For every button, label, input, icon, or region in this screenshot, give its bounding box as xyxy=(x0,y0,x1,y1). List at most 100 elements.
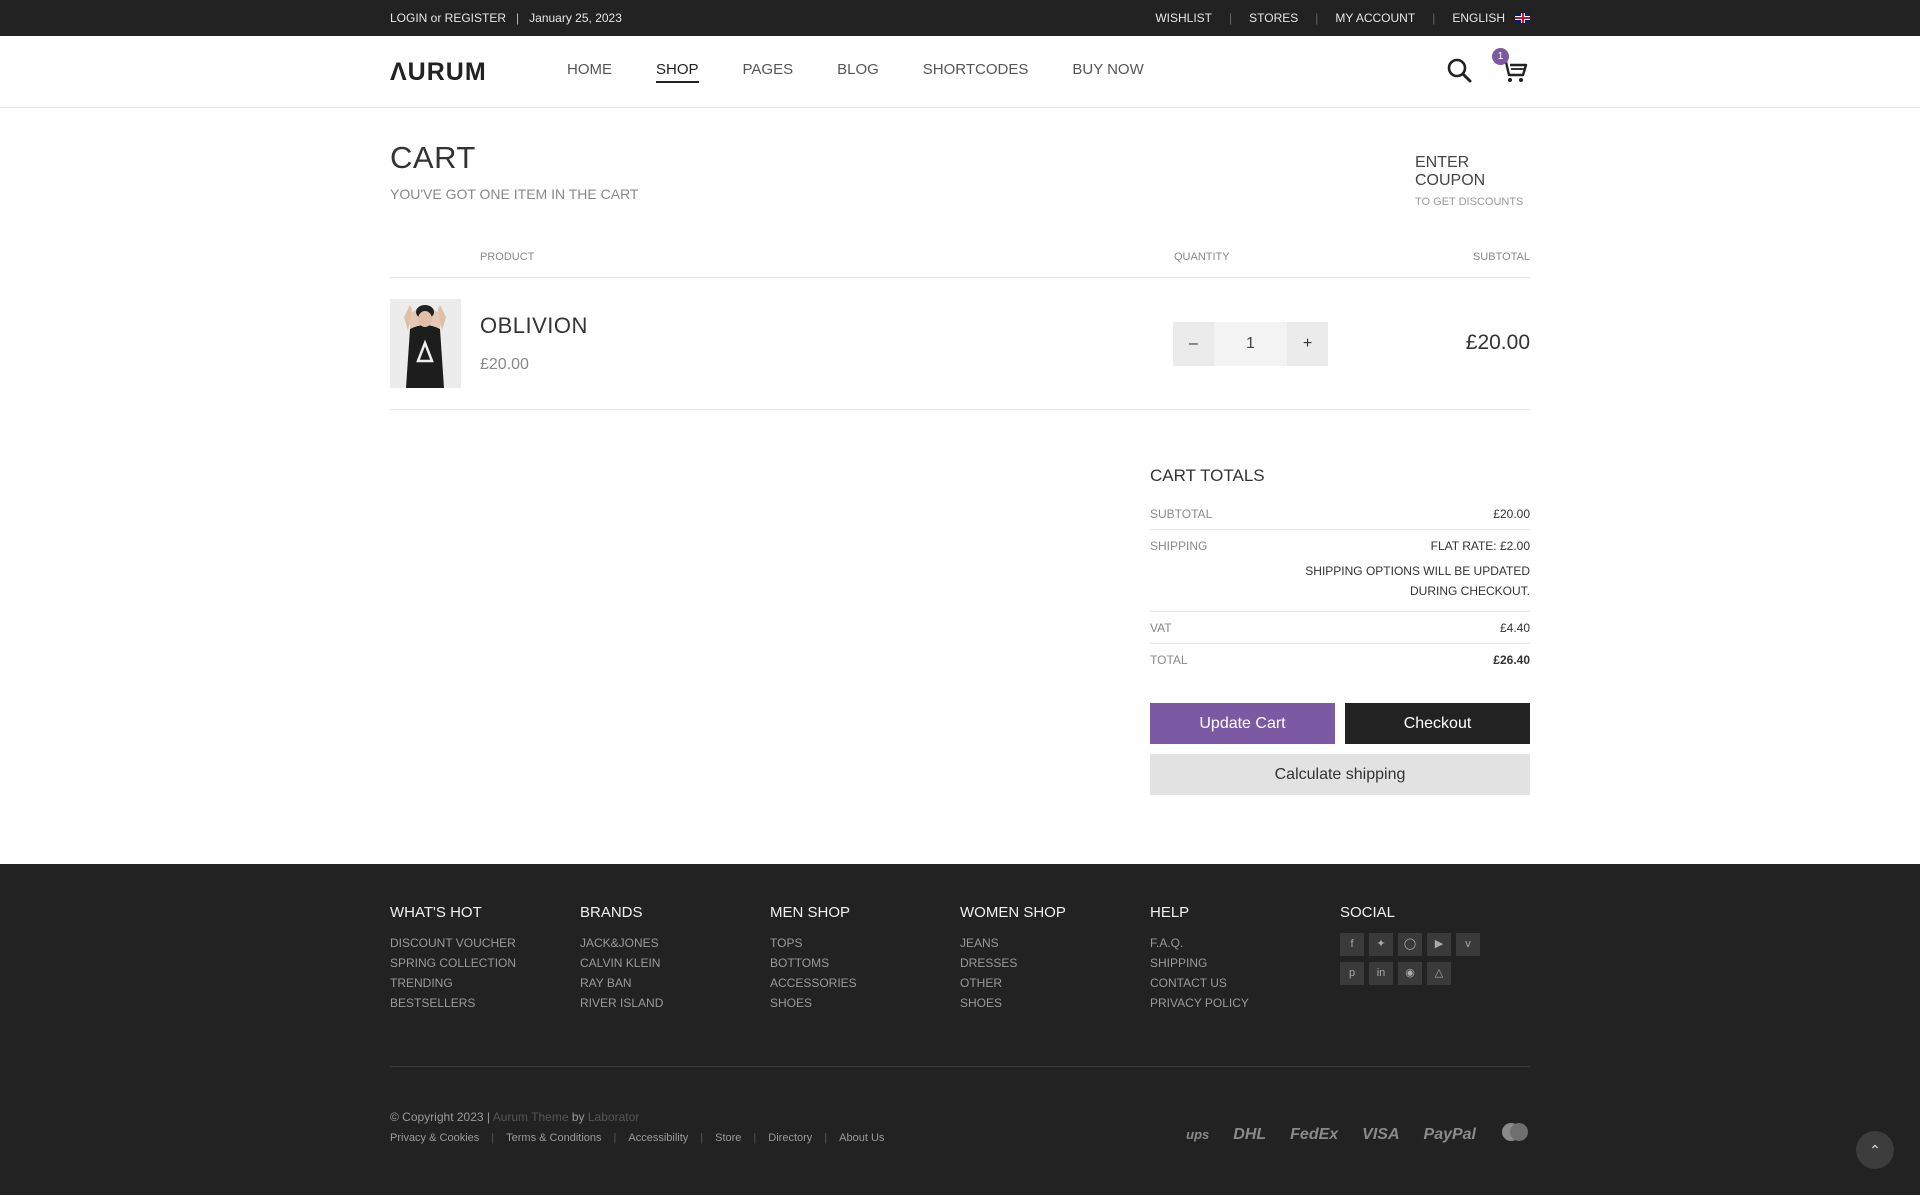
vimeo-icon[interactable]: v xyxy=(1456,933,1480,956)
facebook-icon[interactable]: f xyxy=(1340,933,1364,956)
column-product: PRODUCT xyxy=(480,251,535,263)
language-selector[interactable]: ENGLISH xyxy=(1452,11,1505,25)
update-cart-button[interactable]: Update Cart xyxy=(1150,703,1335,744)
footer-link[interactable]: CALVIN KLEIN xyxy=(580,953,770,973)
footer-link[interactable]: SPRING COLLECTION xyxy=(390,953,580,973)
footer-column-help: HELP F.A.Q. SHIPPING CONTACT US PRIVACY … xyxy=(1150,904,1340,1013)
footer-link[interactable]: RAY BAN xyxy=(580,973,770,993)
cart-table-header: PRODUCT QUANTITY SUBTOTAL xyxy=(390,248,1530,278)
snapchat-icon[interactable]: △ xyxy=(1427,962,1451,985)
increase-quantity-button[interactable]: + xyxy=(1287,322,1328,366)
shipping-note-text: SHIPPING OPTIONS WILL BE UPDATED DURING … xyxy=(1305,564,1530,598)
footer-column-whats-hot: WHAT'S HOT DISCOUNT VOUCHER SPRING COLLE… xyxy=(390,904,580,1013)
cart-button[interactable]: 1 xyxy=(1492,48,1530,86)
calculate-shipping-button[interactable]: Calculate shipping xyxy=(1150,754,1530,795)
search-button[interactable] xyxy=(1444,54,1476,86)
item-subtotal: £20.00 xyxy=(1465,331,1530,354)
column-subtotal: SUBTOTAL xyxy=(1472,251,1530,263)
stores-link[interactable]: STORES xyxy=(1249,11,1298,25)
footer-divider xyxy=(390,1066,1530,1067)
separator: | xyxy=(516,11,520,25)
author-link[interactable]: Laborator xyxy=(588,1110,639,1124)
footer-column-title: HELP xyxy=(1150,904,1190,921)
footer-link[interactable]: SHOES xyxy=(960,993,1150,1013)
nav-shortcodes[interactable]: SHORTCODES xyxy=(923,61,1029,83)
copyright-text: © Copyright 2023 | xyxy=(390,1110,491,1124)
privacy-link[interactable]: Privacy & Cookies xyxy=(390,1132,479,1144)
footer-link[interactable]: TOPS xyxy=(770,933,960,953)
footer-link[interactable]: DRESSES xyxy=(960,953,1150,973)
footer-link[interactable]: BESTSELLERS xyxy=(390,993,580,1013)
checkout-button[interactable]: Checkout xyxy=(1345,703,1530,744)
footer-column-women-shop: WOMEN SHOP JEANS DRESSES OTHER SHOES xyxy=(960,904,1150,1013)
decrease-quantity-button[interactable]: – xyxy=(1173,322,1214,366)
nav-shop[interactable]: SHOP xyxy=(656,61,699,83)
footer-column-brands: BRANDS JACK&JONES CALVIN KLEIN RAY BAN R… xyxy=(580,904,770,1013)
shipping-note: SHIPPING OPTIONS WILL BE UPDATED DURING … xyxy=(1150,561,1530,612)
footer-link[interactable]: JACK&JONES xyxy=(580,933,770,953)
footer-link[interactable]: RIVER ISLAND xyxy=(580,993,770,1013)
store-link[interactable]: Store xyxy=(715,1132,741,1144)
wishlist-link[interactable]: WISHLIST xyxy=(1155,11,1212,25)
footer-link[interactable]: DISCOUNT VOUCHER xyxy=(390,933,580,953)
main-nav: HOME SHOP PAGES BLOG SHORTCODES BUY NOW xyxy=(567,61,1188,83)
linkedin-icon[interactable]: in xyxy=(1369,962,1393,985)
subtotal-row: SUBTOTAL £20.00 xyxy=(1150,498,1530,530)
divider: | xyxy=(753,1132,757,1144)
footer-link[interactable]: SHIPPING xyxy=(1150,953,1340,973)
search-icon xyxy=(1447,58,1472,83)
total-value: £26.40 xyxy=(1493,653,1530,667)
accessibility-link[interactable]: Accessibility xyxy=(628,1132,688,1144)
pinterest-icon[interactable]: p xyxy=(1340,962,1364,985)
dribbble-icon[interactable]: ◉ xyxy=(1398,962,1422,985)
footer-link[interactable]: CONTACT US xyxy=(1150,973,1340,993)
theme-link[interactable]: Aurum Theme xyxy=(493,1110,569,1124)
nav-home[interactable]: HOME xyxy=(567,61,612,83)
footer-link[interactable]: OTHER xyxy=(960,973,1150,993)
product-name[interactable]: OBLIVION xyxy=(480,313,588,339)
cart-subtitle: YOU'VE GOT ONE ITEM IN THE CART xyxy=(390,186,639,202)
footer-link[interactable]: F.A.Q. xyxy=(1150,933,1340,953)
footer-column-title: BRANDS xyxy=(580,904,643,921)
chevron-up-icon: ⌃ xyxy=(1869,1142,1881,1158)
footer-link[interactable]: TRENDING xyxy=(390,973,580,993)
quantity-input[interactable] xyxy=(1214,322,1287,366)
product-thumbnail[interactable] xyxy=(390,299,461,388)
my-account-link[interactable]: MY ACCOUNT xyxy=(1335,11,1415,25)
footer-link[interactable]: JEANS xyxy=(960,933,1150,953)
footer-link[interactable]: SHOES xyxy=(770,993,960,1013)
divider: | xyxy=(1229,11,1233,25)
instagram-icon[interactable]: ◯ xyxy=(1398,933,1422,956)
footer-link[interactable]: BOTTOMS xyxy=(770,953,960,973)
footer-column-title: WOMEN SHOP xyxy=(960,904,1066,921)
coupon-title: ENTER COUPON xyxy=(1415,154,1486,189)
directory-link[interactable]: Directory xyxy=(768,1132,812,1144)
cart-item-row: OBLIVION £20.00 – + £20.00 xyxy=(390,278,1530,410)
footer-link[interactable]: ACCESSORIES xyxy=(770,973,960,993)
paypal-logo: PayPal xyxy=(1423,1125,1476,1143)
mastercard-icon xyxy=(1500,1122,1530,1147)
logo[interactable]: ΛURUM xyxy=(390,58,567,87)
footer-column-title: MEN SHOP xyxy=(770,904,851,921)
enter-coupon-toggle[interactable]: ENTER COUPON TO GET DISCOUNTS xyxy=(1415,154,1530,208)
youtube-icon[interactable]: ▶ xyxy=(1427,933,1451,956)
site-footer: WHAT'S HOT DISCOUNT VOUCHER SPRING COLLE… xyxy=(0,864,1920,1195)
login-register-link[interactable]: LOGIN or REGISTER xyxy=(390,11,506,25)
divider: | xyxy=(491,1132,495,1144)
shipping-label: SHIPPING xyxy=(1150,539,1208,553)
quantity-stepper: – + xyxy=(1173,322,1328,366)
subtotal-label: SUBTOTAL xyxy=(1150,507,1213,521)
scroll-to-top-button[interactable]: ⌃ xyxy=(1856,1131,1894,1169)
fedex-logo: FedEx xyxy=(1290,1125,1339,1143)
footer-column-title: SOCIAL xyxy=(1340,904,1396,921)
divider: | xyxy=(613,1132,617,1144)
payment-logos: ups DHL FedEx VISA PayPal xyxy=(1186,1122,1530,1147)
about-link[interactable]: About Us xyxy=(839,1132,884,1144)
nav-blog[interactable]: BLOG xyxy=(837,61,879,83)
nav-buy-now[interactable]: BUY NOW xyxy=(1072,61,1143,83)
terms-link[interactable]: Terms & Conditions xyxy=(506,1132,601,1144)
twitter-icon[interactable]: ✦ xyxy=(1369,933,1393,956)
footer-link[interactable]: PRIVACY POLICY xyxy=(1150,993,1340,1013)
nav-pages[interactable]: PAGES xyxy=(743,61,794,83)
subtotal-value: £20.00 xyxy=(1493,507,1530,521)
